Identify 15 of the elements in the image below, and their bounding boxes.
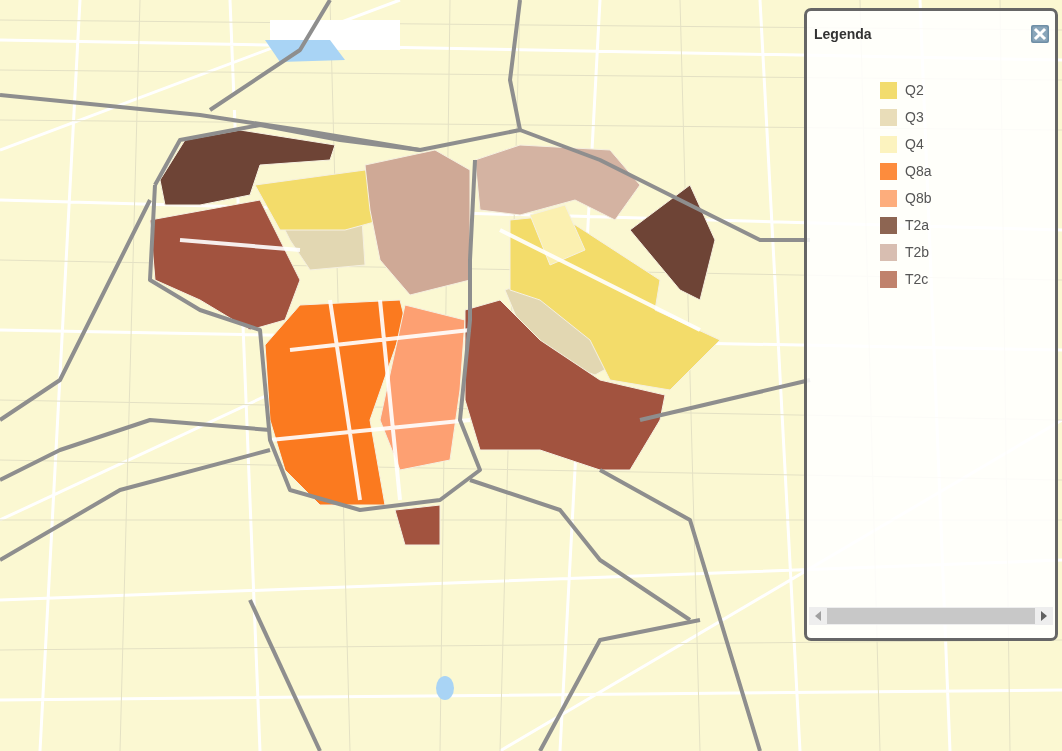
legend-title: Legenda bbox=[814, 26, 872, 42]
scrollbar-thumb[interactable] bbox=[827, 608, 1035, 624]
legend-label: Q8a bbox=[905, 162, 932, 180]
legend-label: Q4 bbox=[905, 135, 924, 153]
close-icon bbox=[1031, 25, 1049, 43]
right-arrow-icon[interactable] bbox=[1041, 611, 1047, 621]
left-arrow-icon[interactable] bbox=[815, 611, 821, 621]
legend-label: T2c bbox=[905, 270, 929, 288]
horizontal-scrollbar[interactable] bbox=[809, 607, 1053, 625]
legend-label: T2a bbox=[905, 216, 930, 234]
legend-label: Q8b bbox=[905, 189, 932, 207]
legend-label: Q2 bbox=[905, 81, 924, 99]
close-button[interactable] bbox=[1031, 25, 1049, 43]
legend-label: T2b bbox=[905, 243, 930, 261]
legend-label: Q3 bbox=[905, 108, 924, 126]
